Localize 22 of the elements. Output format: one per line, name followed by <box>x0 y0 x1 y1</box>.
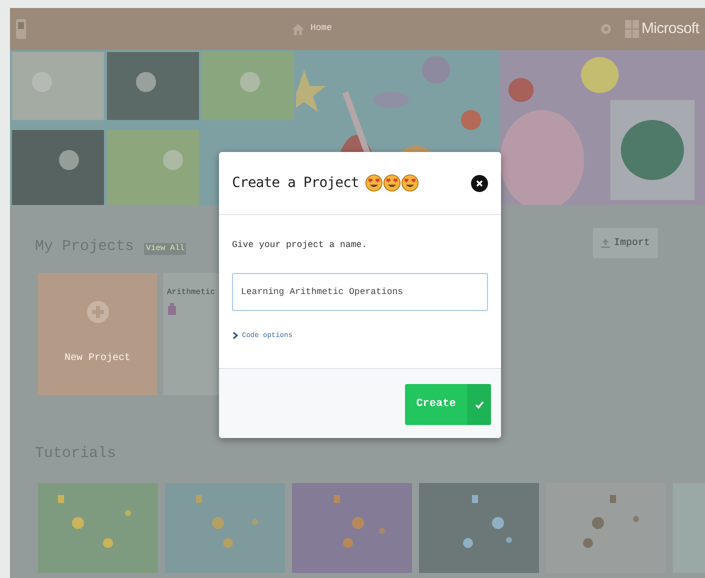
create-button[interactable]: Create <box>405 384 491 425</box>
card-label: New Project <box>64 352 130 366</box>
settings-icon[interactable] <box>598 22 613 36</box>
windows-logo-icon <box>624 20 639 38</box>
heart-eyes-emoji-icon <box>400 174 419 192</box>
heart-eyes-emoji-icon <box>364 174 383 192</box>
check-icon <box>474 400 484 408</box>
project-name-field[interactable]: Learning Arithmetic Operations <box>232 272 488 310</box>
upload-icon <box>600 238 610 248</box>
import-button[interactable]: Import <box>592 228 658 258</box>
close-button[interactable] <box>471 174 488 192</box>
heart-eyes-emoji-icon <box>382 174 401 192</box>
brand-name: Microsoft <box>642 18 699 39</box>
dialog-title: Create a Project <box>232 174 359 192</box>
project-name: Arithmetic <box>167 286 216 298</box>
plus-icon <box>86 301 108 323</box>
prompt-text: Give your project a name. <box>232 239 368 252</box>
view-all-link[interactable]: View All <box>144 243 186 255</box>
new-project-card[interactable]: New Project <box>38 272 157 394</box>
close-icon <box>476 180 483 186</box>
home-link[interactable]: Home <box>310 22 332 36</box>
home-icon <box>292 24 304 34</box>
